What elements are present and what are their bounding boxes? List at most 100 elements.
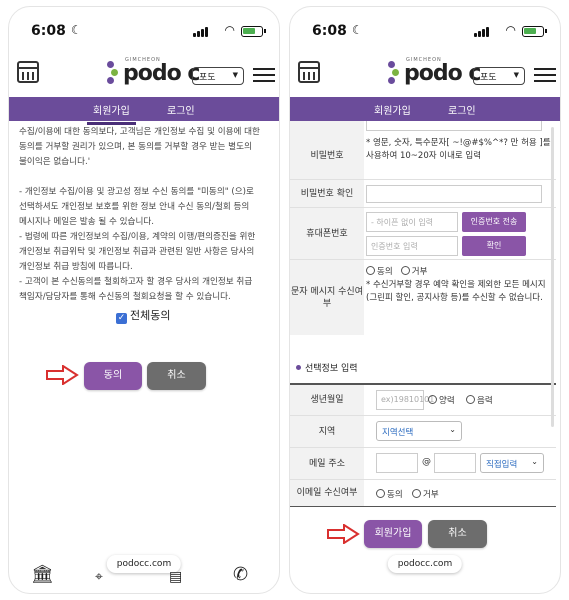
sms-agree-label: 동의 <box>377 267 393 277</box>
status-bar: 6:08 ☾ ◠ <box>290 7 560 47</box>
moon-icon: ☾ <box>352 23 363 37</box>
route-icon[interactable]: ⌖ <box>95 569 103 585</box>
tab-login[interactable]: 로그인 <box>448 102 476 117</box>
terms-line: - 고객이 본 수신동의를 철회하고자 할 경우 당사의 개인정보 취급 <box>19 277 253 287</box>
menu-icon[interactable] <box>253 68 275 82</box>
region-label: 지역 <box>290 416 364 447</box>
radio-icon <box>412 489 421 498</box>
birth-input[interactable]: ex)19810101 <box>376 390 434 410</box>
birth-row: 생년월일 ex)19810101 양력 음력 <box>290 383 556 415</box>
label-blank <box>290 121 364 133</box>
email-agree-label: 동의 <box>387 490 403 500</box>
chevron-down-icon: ⌄ <box>449 425 456 434</box>
phone-input[interactable]: - 하이픈 없이 입력 <box>366 212 458 232</box>
logo-text: podo c <box>404 61 481 86</box>
sms-row: 문자 메시지 수신여부 동의 거부 * 수신거부할 경우 예약 확인을 제외한 … <box>290 259 556 335</box>
previous-input[interactable] <box>366 121 542 131</box>
optional-section-title: 선택정보 입력 <box>296 361 358 374</box>
language-select[interactable]: 포도 ▼ <box>192 67 244 85</box>
signup-form: 비밀번호 * 영문, 숫자, 특수문자[ ~!@#$%^*? 만 허용 ]를 사… <box>290 121 556 561</box>
radio-icon <box>400 266 410 275</box>
lunar-radio[interactable]: 음력 <box>466 394 493 406</box>
battery-icon <box>522 26 547 37</box>
phone-icon[interactable]: ✆ <box>233 564 248 585</box>
solar-radio[interactable]: 양력 <box>428 394 455 406</box>
language-value: 포도 <box>480 73 497 83</box>
agree-all-checkbox[interactable]: ✓ 전체동의 <box>116 307 170 324</box>
site-header: GIMCHEON podo c 포도 ▼ <box>9 51 279 95</box>
email-recv-label: 이메일 수신여부 <box>290 480 364 506</box>
grape-logo-icon <box>107 61 119 87</box>
language-select[interactable]: 포도 ▼ <box>473 67 525 85</box>
tab-join[interactable]: 회원가입 <box>87 102 136 125</box>
sms-note: * 수신거부할 경우 예약 확인을 제외한 모든 메시지(그린피 할인, 공지사… <box>366 280 546 303</box>
radio-icon <box>428 395 437 404</box>
terms-line: - 개인정보 수집/이용 및 광고성 정보 수신 동의를 "미동의" (으)로 <box>19 187 254 197</box>
send-code-button[interactable]: 인증번호 전송 <box>462 212 526 232</box>
radio-icon <box>366 266 375 275</box>
document-icon[interactable]: ▤ <box>169 569 182 585</box>
tab-join[interactable]: 회원가입 <box>368 102 417 125</box>
confirm-code-button[interactable]: 확인 <box>462 236 526 256</box>
agree-button[interactable]: 동의 <box>84 362 142 390</box>
email-domain-input[interactable] <box>434 453 476 473</box>
top-nav: 회원가입 로그인 <box>290 97 560 125</box>
join-button[interactable]: 회원가입 <box>364 520 422 548</box>
language-value: 포도 <box>199 73 216 83</box>
bullet-icon <box>296 365 301 370</box>
email-row: 메일 주소 @ 직접입력 ⌄ <box>290 447 556 479</box>
email-label: 메일 주소 <box>290 448 364 479</box>
top-nav: 회원가입 로그인 <box>9 97 279 125</box>
sms-refuse-radio[interactable]: 거부 <box>400 266 428 277</box>
password-hint: * 영문, 숫자, 특수문자[ ~!@#$%^*? 만 허용 ]를 사용하여 1… <box>366 138 551 161</box>
email-agree-radio[interactable]: 동의 <box>376 488 403 500</box>
chevron-down-icon: ▼ <box>513 71 519 79</box>
at-sign: @ <box>422 457 431 467</box>
tab-login[interactable]: 로그인 <box>167 102 195 117</box>
sms-label: 문자 메시지 수신여부 <box>290 260 364 335</box>
status-bar: 6:08 ☾ ◠ <box>9 7 279 47</box>
calendar-icon[interactable] <box>298 61 320 83</box>
sms-refuse-label: 거부 <box>411 267 428 277</box>
site-header: GIMCHEON podo c 포도 ▼ <box>290 51 560 95</box>
password-row: 비밀번호 * 영문, 숫자, 특수문자[ ~!@#$%^*? 만 허용 ]를 사… <box>290 133 556 179</box>
terms-line: 불이익은 없습니다.' <box>19 157 91 167</box>
region-value: 지역선택 <box>382 428 414 438</box>
chevron-down-icon: ▼ <box>232 71 238 79</box>
email-refuse-radio[interactable]: 거부 <box>412 488 439 500</box>
url-pill[interactable]: podocc.com <box>387 555 463 573</box>
bank-icon[interactable]: 🏛 <box>31 564 54 585</box>
password-confirm-label: 비밀번호 확인 <box>290 180 364 207</box>
status-time: 6:08 <box>312 23 347 39</box>
sms-agree-radio[interactable]: 동의 <box>366 266 393 277</box>
grape-logo-icon <box>388 61 400 87</box>
scrollbar[interactable] <box>551 127 554 427</box>
terms-text: 수집/이용에 대한 동의보다, 고객님은 개인정보 수집 및 이용에 대한 동의를… <box>9 123 279 305</box>
calendar-icon[interactable] <box>17 61 39 83</box>
chevron-down-icon: ⌄ <box>531 457 538 466</box>
cancel-button[interactable]: 취소 <box>147 362 206 390</box>
status-time: 6:08 <box>31 23 66 39</box>
terms-line: 개인정보 취급 방침에 따릅니다. <box>19 262 133 272</box>
menu-icon[interactable] <box>534 68 556 82</box>
region-select[interactable]: 지역선택 ⌄ <box>376 421 462 441</box>
email-domain-value: 직접입력 <box>486 460 518 470</box>
email-domain-select[interactable]: 직접입력 ⌄ <box>480 453 544 473</box>
cancel-button[interactable]: 취소 <box>428 520 487 548</box>
solar-label: 양력 <box>439 396 455 406</box>
battery-icon <box>241 26 266 37</box>
email-refuse-label: 거부 <box>423 490 439 500</box>
terms-line: 메시지나 메일은 발송 될 수 있습니다. <box>19 217 154 227</box>
signal-icon <box>193 27 209 37</box>
right-phone-screen: 6:08 ☾ ◠ GIMCHEON podo c 포도 ▼ 회원가입 로그인 비밀… <box>289 6 561 594</box>
red-arrow-icon <box>327 524 360 544</box>
password-confirm-input[interactable] <box>366 185 542 203</box>
code-input[interactable]: 인증번호 입력 <box>366 236 458 256</box>
email-id-input[interactable] <box>376 453 418 473</box>
phone-row: 휴대폰번호 - 하이픈 없이 입력 인증번호 전송 인증번호 입력 확인 <box>290 207 556 259</box>
password-confirm-row: 비밀번호 확인 <box>290 179 556 207</box>
agree-all-label: 전체동의 <box>130 309 171 322</box>
email-recv-row: 이메일 수신여부 동의 거부 <box>290 479 556 507</box>
wifi-icon: ◠ <box>224 23 235 37</box>
red-arrow-icon <box>46 365 79 385</box>
